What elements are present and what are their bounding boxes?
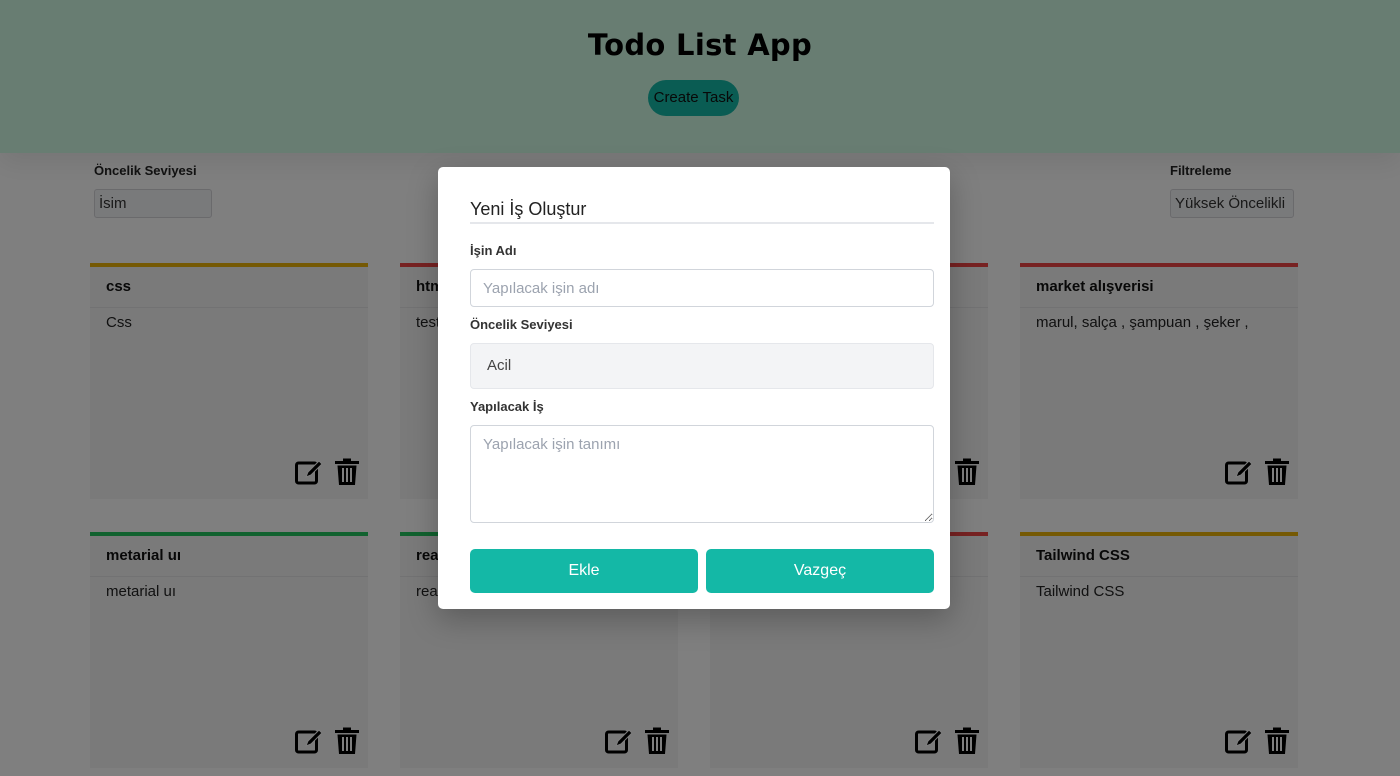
task-description-textarea[interactable]: [470, 425, 934, 523]
create-task-modal: Yeni İş Oluştur İşin Adı Öncelik Seviyes…: [438, 167, 950, 609]
task-name-label: İşin Adı: [470, 243, 517, 258]
priority-select[interactable]: Acil: [470, 343, 934, 389]
cancel-button[interactable]: Vazgeç: [706, 549, 934, 593]
priority-label: Öncelik Seviyesi: [470, 317, 573, 332]
task-description-label: Yapılacak İş: [470, 399, 544, 414]
modal-title: Yeni İş Oluştur: [470, 199, 934, 224]
task-name-input[interactable]: [470, 269, 934, 307]
add-button[interactable]: Ekle: [470, 549, 698, 593]
